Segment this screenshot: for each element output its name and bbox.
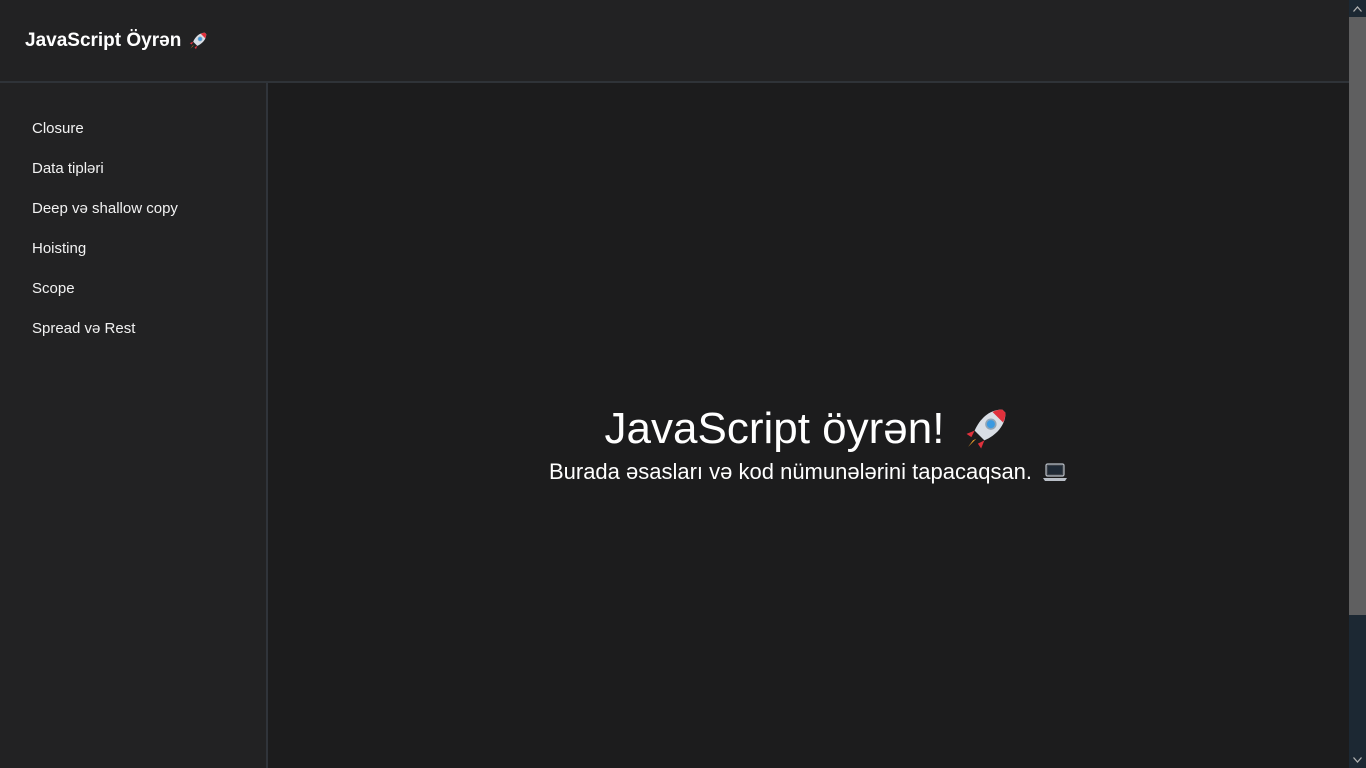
top-header: JavaScript Öyrən xyxy=(0,0,1349,83)
hero-title: JavaScript öyrən! xyxy=(604,404,945,453)
laptop-icon xyxy=(1043,463,1068,481)
vertical-scrollbar[interactable] xyxy=(1349,0,1366,768)
sidebar-item-hoisting[interactable]: Hoisting xyxy=(0,229,266,269)
app-page: JavaScript Öyrən Closure Data tipləri De… xyxy=(0,0,1349,768)
sidebar-item-deep-shallow-copy[interactable]: Deep və shallow copy xyxy=(0,189,266,229)
brand-link[interactable]: JavaScript Öyrən xyxy=(25,30,209,52)
scroll-down-arrow-icon[interactable] xyxy=(1349,751,1366,768)
hero-subtitle: Burada əsasları və kod nümunələrini tapa… xyxy=(548,459,1033,484)
sidebar: Closure Data tipləri Deep və shallow cop… xyxy=(0,83,268,768)
main-content: JavaScript öyrən! Burada əsasları və kod… xyxy=(268,83,1349,768)
rocket-icon xyxy=(966,409,1006,449)
scrollbar-thumb[interactable] xyxy=(1349,17,1366,615)
brand-title: JavaScript Öyrən xyxy=(25,29,182,51)
sidebar-item-closure[interactable]: Closure xyxy=(0,109,266,149)
hero-subtitle-row: Burada əsasları və kod nümunələrini tapa… xyxy=(549,459,1068,485)
hero: JavaScript öyrən! Burada əsasları və kod… xyxy=(268,403,1349,485)
rocket-icon xyxy=(190,32,207,49)
scroll-up-arrow-icon[interactable] xyxy=(1349,0,1366,17)
sidebar-item-spread-rest[interactable]: Spread və Rest xyxy=(0,309,266,349)
hero-title-row: JavaScript öyrən! xyxy=(605,403,1013,455)
sidebar-item-data-types[interactable]: Data tipləri xyxy=(0,149,266,189)
sidebar-item-scope[interactable]: Scope xyxy=(0,269,266,309)
